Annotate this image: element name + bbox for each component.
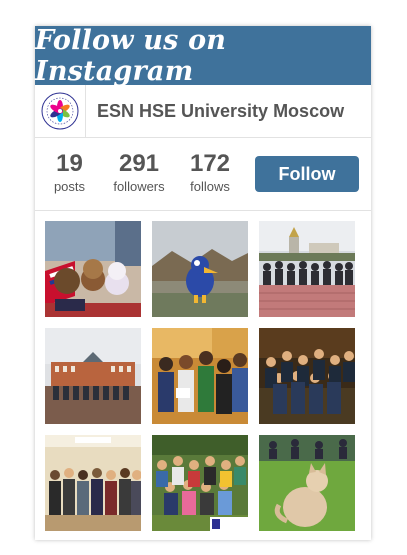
stat-followers: 291 followers	[107, 150, 171, 196]
profile-row[interactable]: ESN HSE University Moscow	[35, 85, 371, 138]
stat-follows: 172 follows	[183, 150, 237, 196]
stats-row: 19 posts 291 followers 172 follows Follo…	[35, 138, 371, 211]
photo-tile[interactable]	[152, 328, 248, 424]
cat-in-grass-photo-icon	[259, 435, 355, 531]
esn-logo-icon[interactable]	[35, 85, 86, 137]
widget-title: Follow us on Instagram	[35, 24, 227, 87]
stat-follows-label: follows	[190, 179, 230, 194]
group-palace-photo-icon	[45, 328, 141, 424]
stat-posts: 19 posts	[47, 150, 92, 196]
photo-tile[interactable]	[45, 221, 141, 317]
stat-posts-value: 19	[56, 150, 83, 177]
photo-tile[interactable]	[152, 221, 248, 317]
photo-tile[interactable]	[259, 221, 355, 317]
photo-tile[interactable]	[152, 435, 248, 531]
instagram-widget: Follow us on Instagram ESN HSE Universit…	[35, 24, 371, 540]
follow-button[interactable]: Follow	[255, 156, 359, 192]
photo-tile[interactable]	[45, 328, 141, 424]
party-crowd-photo-icon	[259, 328, 355, 424]
widget-header: Follow us on Instagram	[35, 24, 371, 87]
profile-username[interactable]: ESN HSE University Moscow	[97, 85, 344, 137]
stat-followers-label: followers	[113, 179, 165, 194]
park-group-photo-icon	[152, 435, 248, 531]
photo-tile[interactable]	[259, 328, 355, 424]
stat-follows-value: 172	[189, 150, 231, 177]
plush-toys-photo-icon	[45, 221, 141, 317]
stat-followers-value: 291	[118, 150, 160, 177]
photo-tile[interactable]	[45, 435, 141, 531]
blue-bird-toy-photo-icon	[152, 221, 248, 317]
group-monastery-photo-icon	[259, 221, 355, 317]
stat-posts-label: posts	[53, 179, 86, 194]
photo-tile[interactable]	[259, 435, 355, 531]
classroom-group-photo-icon	[45, 435, 141, 531]
erasmus-students-photo-icon	[152, 328, 248, 424]
